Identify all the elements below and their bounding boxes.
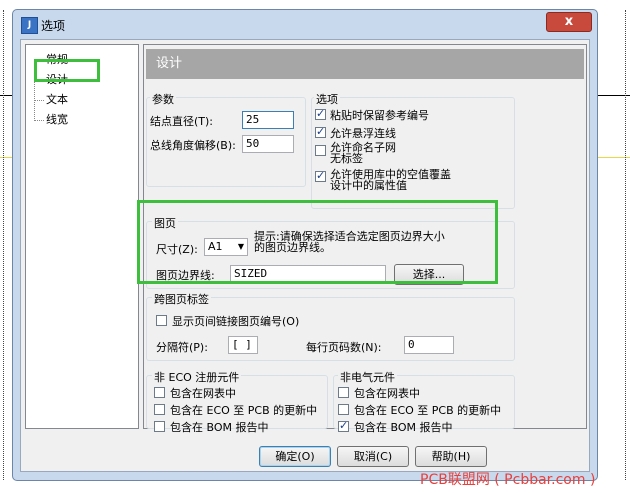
non-elec-netlist-checkbox[interactable]	[338, 387, 349, 398]
non-electrical-group-label: 非电气元件	[338, 369, 397, 385]
null-override-checkbox[interactable]	[315, 169, 326, 182]
pin-diameter-input[interactable]: 25	[242, 111, 294, 129]
bus-angle-input[interactable]: 50	[242, 135, 294, 153]
canvas-dots	[3, 10, 5, 480]
subnet-naming-label: 允许命名子网 无标签	[330, 141, 396, 165]
non-eco-bom-label: 包含在 BOM 报告中	[170, 421, 269, 434]
pin-diameter-label: 结点直径(T):	[150, 115, 214, 128]
non-elec-netlist-label: 包含在网表中	[354, 387, 420, 400]
tree-item-linewidth[interactable]: 线宽	[34, 111, 68, 127]
per-line-label: 每行页码数(N):	[306, 341, 382, 354]
highlight-design-item	[34, 59, 100, 82]
cancel-button[interactable]: 取消(C)	[337, 446, 409, 467]
canvas-line	[0, 95, 12, 96]
app-icon: J	[21, 17, 38, 34]
canvas-line	[0, 157, 12, 158]
tree-item-text[interactable]: 文本	[34, 91, 68, 107]
ok-button[interactable]: 确定(O)	[259, 446, 331, 467]
non-elec-bom-checkbox[interactable]	[338, 419, 349, 432]
window-title: 选项	[41, 19, 66, 33]
panel-header: 设计	[146, 49, 584, 79]
separator-input[interactable]: [ ]	[228, 336, 258, 354]
non-elec-update-label: 包含在 ECO 至 PCB 的更新中	[354, 404, 502, 417]
null-override-label: 允许使用库中的空值覆盖 设计中的属性值	[330, 168, 451, 192]
non-eco-update-checkbox[interactable]	[154, 404, 165, 415]
non-eco-bom-checkbox[interactable]	[154, 421, 165, 432]
keep-refdes-checkbox[interactable]	[315, 107, 326, 120]
separator-label: 分隔符(P):	[156, 341, 208, 354]
non-eco-update-label: 包含在 ECO 至 PCB 的更新中	[170, 404, 318, 417]
canvas-dots	[625, 10, 627, 480]
floating-wires-label: 允许悬浮连线	[330, 127, 396, 140]
non-elec-update-checkbox[interactable]	[338, 404, 349, 415]
per-line-input[interactable]: 0	[404, 336, 454, 354]
bus-angle-label: 总线角度偏移(B):	[150, 139, 236, 152]
watermark: PCB联盟网 ( Pcbbar.com )	[420, 472, 596, 488]
close-button[interactable]: x	[546, 12, 592, 32]
category-tree: 常规 设计 文本 线宽	[25, 44, 139, 429]
help-button[interactable]: 帮助(H)	[415, 446, 487, 467]
subnet-naming-checkbox[interactable]	[315, 145, 326, 156]
floating-wires-checkbox[interactable]	[315, 125, 326, 138]
options-group-label: 选项	[314, 91, 340, 107]
non-elec-bom-label: 包含在 BOM 报告中	[354, 421, 453, 434]
non-eco-group-label: 非 ECO 注册元件	[152, 369, 242, 385]
show-page-numbers-checkbox[interactable]	[156, 315, 167, 326]
offpage-group-label: 跨图页标签	[152, 291, 211, 307]
show-page-numbers-label: 显示页间链接图页编号(O)	[172, 315, 300, 328]
title-bar[interactable]: J 选项 x	[13, 10, 597, 38]
highlight-sheet-group	[137, 200, 498, 284]
keep-refdes-label: 粘贴时保留参考编号	[330, 109, 429, 122]
non-eco-netlist-checkbox[interactable]	[154, 387, 165, 398]
non-eco-netlist-label: 包含在网表中	[170, 387, 236, 400]
params-group-label: 参数	[150, 91, 176, 107]
